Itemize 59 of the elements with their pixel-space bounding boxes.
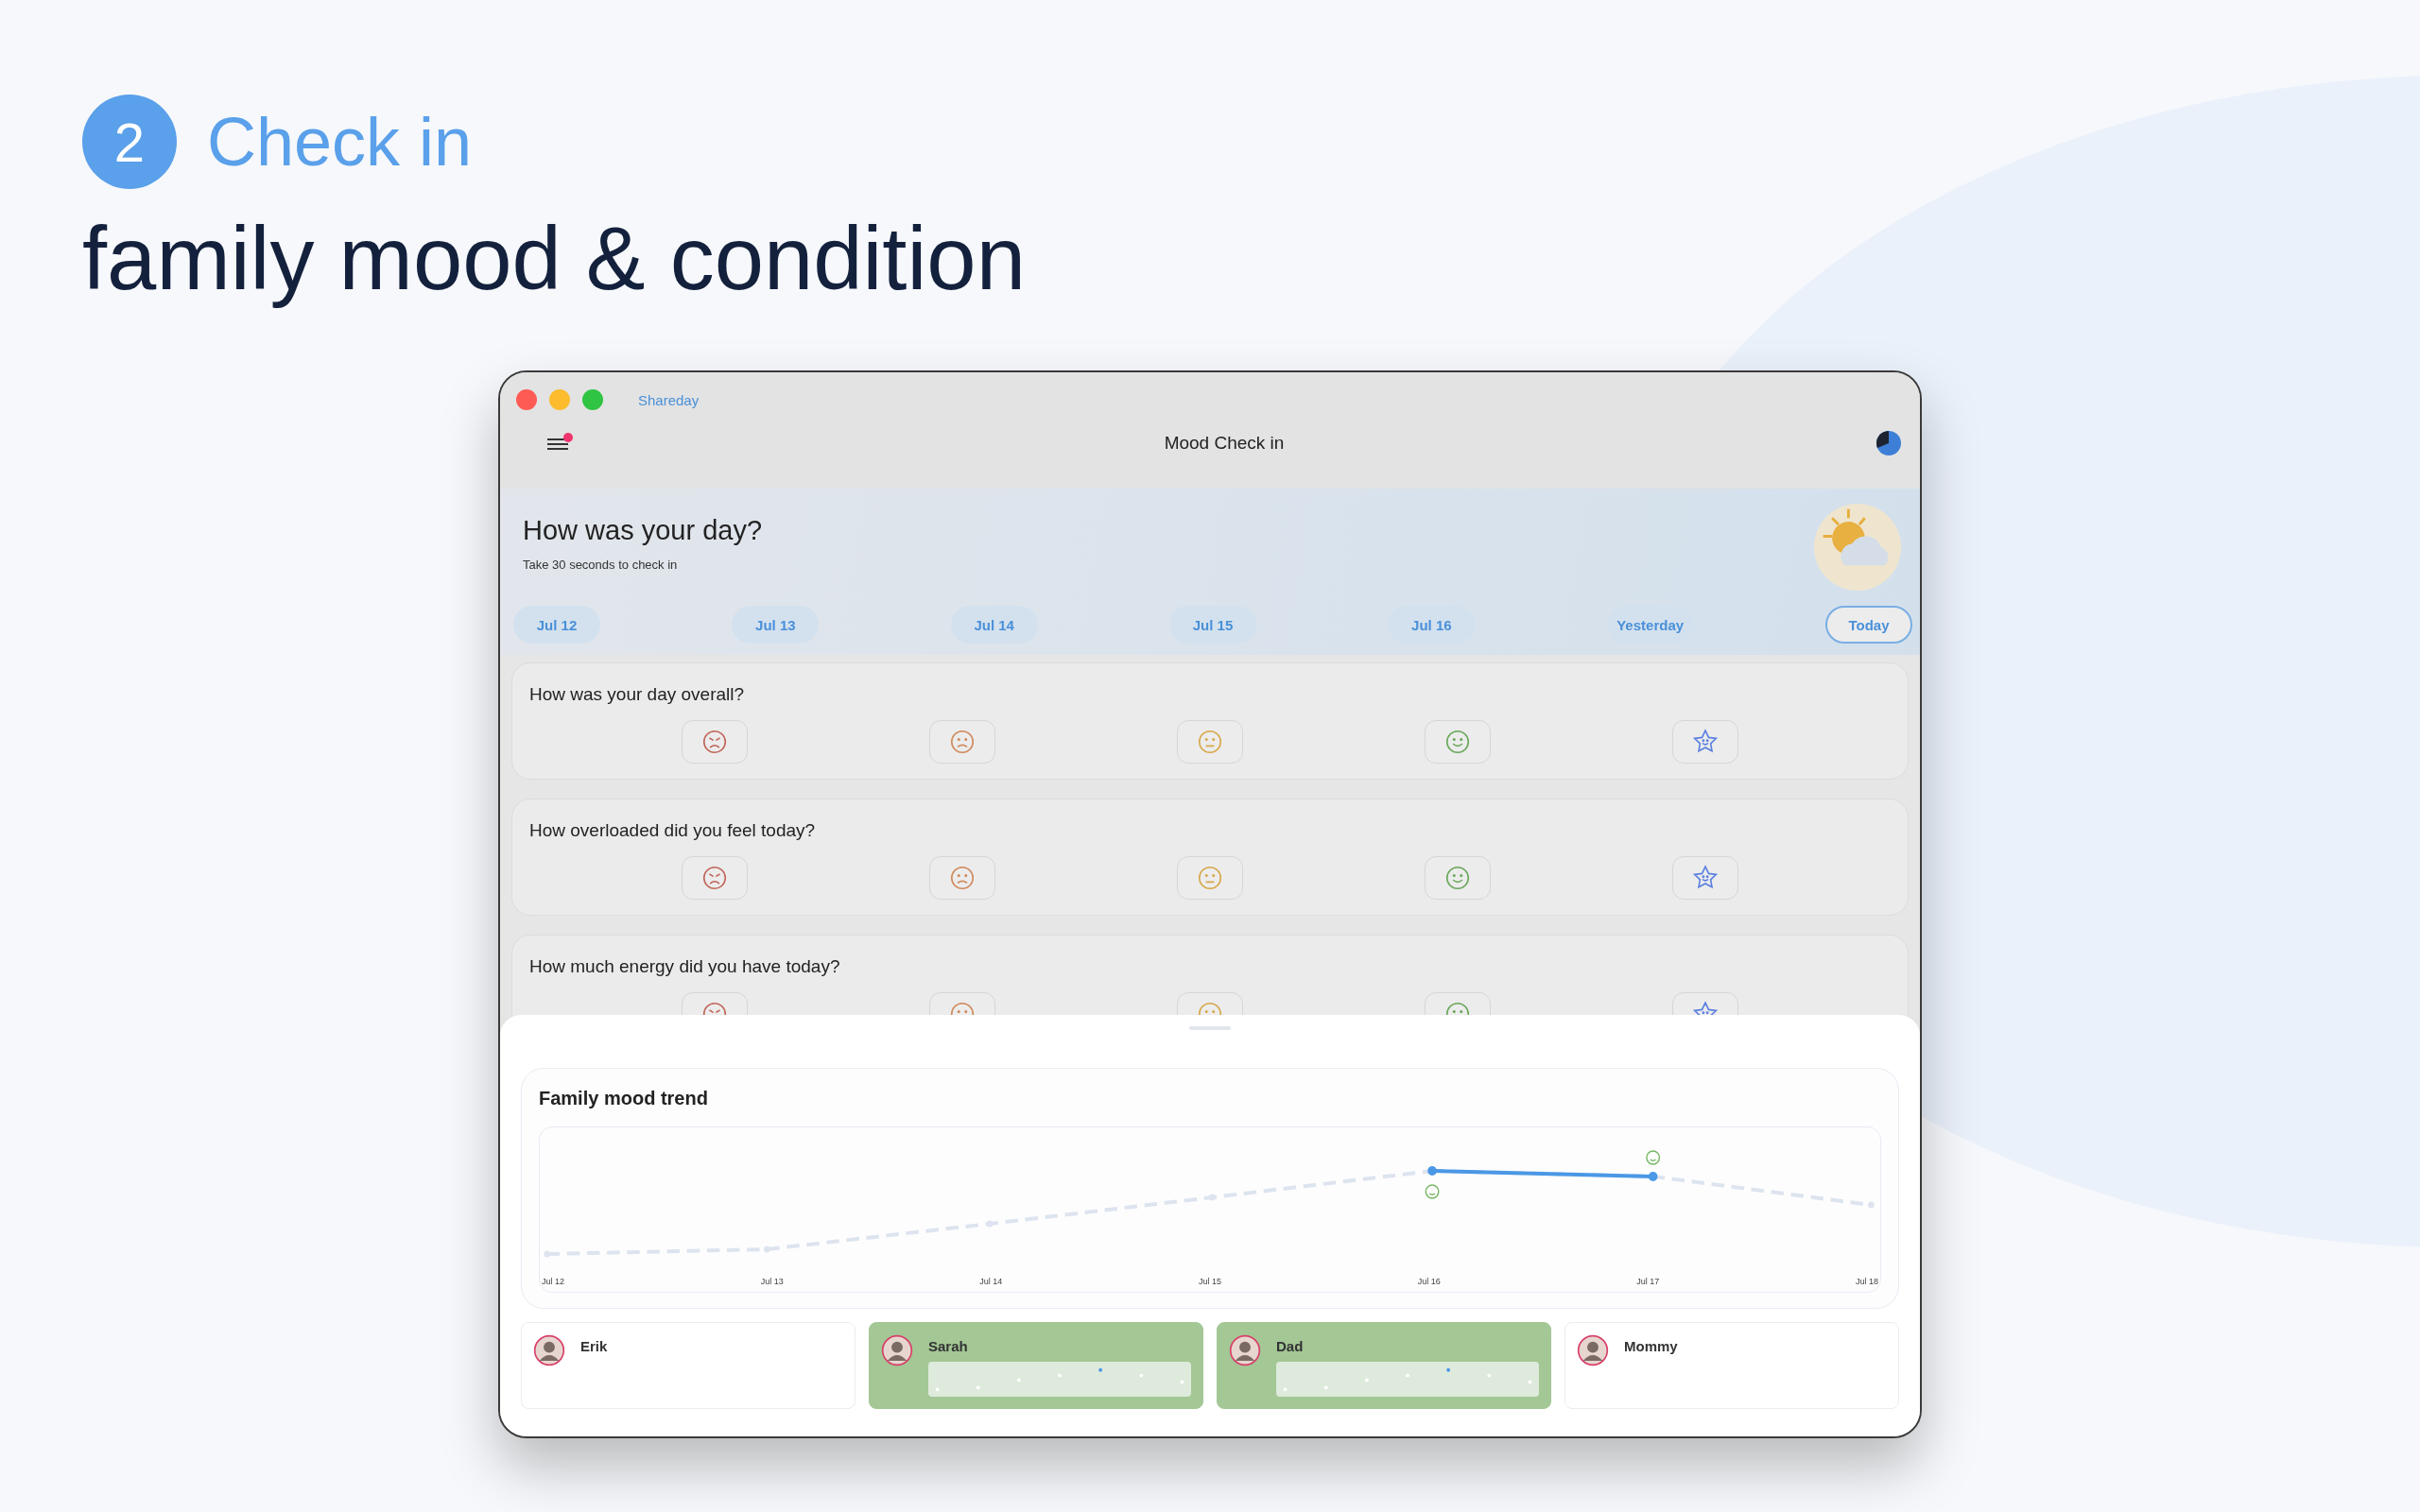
member-card[interactable]: Sarah xyxy=(869,1322,1203,1409)
avatar xyxy=(881,1334,913,1366)
mood-button[interactable] xyxy=(682,720,748,764)
date-tab[interactable]: Today xyxy=(1824,606,1912,644)
date-tab[interactable]: Jul 13 xyxy=(732,606,820,644)
checkin-title: How was your day? xyxy=(523,515,763,546)
sun-cloud-icon xyxy=(1812,502,1903,593)
date-tab[interactable]: Jul 15 xyxy=(1169,606,1256,644)
avatar xyxy=(533,1334,565,1366)
date-tab[interactable]: Jul 14 xyxy=(950,606,1038,644)
step-label: Check in xyxy=(207,103,473,180)
checkin-subtitle: Take 30 seconds to check in xyxy=(523,558,679,572)
neutral-face-icon xyxy=(1196,728,1224,756)
minimize-button[interactable] xyxy=(549,389,570,410)
date-tab[interactable]: Jul 12 xyxy=(513,606,600,644)
member-name: Mommy xyxy=(1624,1337,1679,1354)
member-name: Dad xyxy=(1276,1337,1305,1354)
member-card[interactable]: Mommy xyxy=(1564,1322,1899,1409)
axis-label: Jul 12 xyxy=(542,1277,565,1286)
close-button[interactable] xyxy=(516,389,537,410)
member-name: Sarah xyxy=(928,1337,969,1354)
angry-face-icon xyxy=(700,728,729,756)
question-text: How overloaded did you feel today? xyxy=(529,820,817,841)
app-name: Shareday xyxy=(638,391,700,408)
mood-button[interactable] xyxy=(682,856,748,900)
axis-label: Jul 14 xyxy=(979,1277,1003,1286)
maximize-button[interactable] xyxy=(582,389,603,410)
window-title: Mood Check in xyxy=(1164,433,1285,454)
step-number-badge: 2 xyxy=(82,94,177,189)
question-text: How much energy did you have today? xyxy=(529,956,841,977)
headline: family mood & condition xyxy=(82,208,1027,310)
mood-button[interactable] xyxy=(929,856,995,900)
member-card[interactable]: Dad xyxy=(1217,1322,1551,1409)
axis-label: Jul 17 xyxy=(1636,1277,1660,1286)
mood-button[interactable] xyxy=(1177,720,1243,764)
happy-face-icon xyxy=(1443,728,1472,756)
neutral-face-icon xyxy=(1196,864,1224,892)
mood-button[interactable] xyxy=(1425,720,1491,764)
axis-label: Jul 18 xyxy=(1855,1277,1878,1286)
axis-label: Jul 16 xyxy=(1417,1277,1441,1286)
axis-label: Jul 15 xyxy=(1198,1277,1221,1286)
member-name: Erik xyxy=(580,1337,609,1354)
pie-chart-icon[interactable] xyxy=(1875,429,1903,457)
trend-title: Family mood trend xyxy=(539,1088,709,1109)
mood-button[interactable] xyxy=(1425,856,1491,900)
question-text: How was your day overall? xyxy=(529,684,746,705)
sad-face-icon xyxy=(948,864,977,892)
happy-face-icon xyxy=(1443,864,1472,892)
axis-label: Jul 13 xyxy=(760,1277,784,1286)
mood-button[interactable] xyxy=(929,720,995,764)
sad-face-icon xyxy=(948,728,977,756)
mood-button[interactable] xyxy=(1177,856,1243,900)
avatar xyxy=(1577,1334,1609,1366)
date-tab[interactable]: Jul 16 xyxy=(1388,606,1476,644)
avatar xyxy=(1229,1334,1261,1366)
member-card[interactable]: Erik xyxy=(521,1322,856,1409)
angry-face-icon xyxy=(700,864,729,892)
mood-button[interactable] xyxy=(1672,856,1738,900)
mood-button[interactable] xyxy=(1672,720,1738,764)
